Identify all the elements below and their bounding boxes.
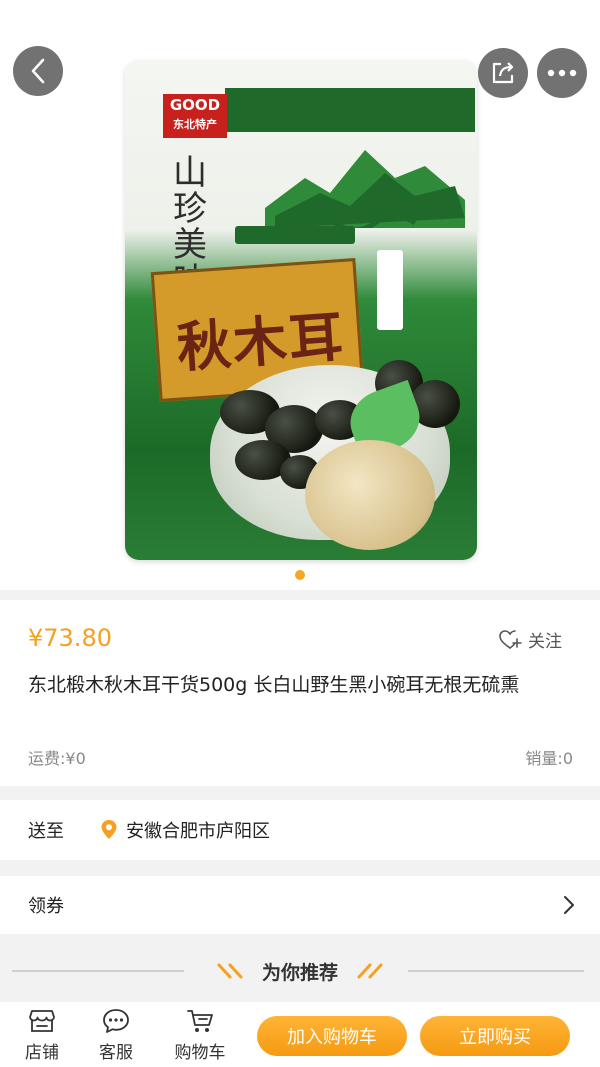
coupon-row[interactable]: 领券	[0, 876, 600, 934]
product-price: ¥73.80	[28, 624, 112, 652]
bottom-action-bar: 店铺 客服 购物车 加入购物车 立即购买	[0, 1002, 600, 1067]
follow-label: 关注	[528, 632, 562, 652]
delivery-row[interactable]: 送至 安徽合肥市庐阳区	[0, 800, 600, 860]
share-button[interactable]	[478, 48, 528, 98]
heart-plus-icon	[499, 629, 522, 649]
location-pin-icon	[101, 820, 117, 839]
sales-count: 销量:0	[525, 749, 573, 768]
divider-line	[408, 970, 584, 972]
mushroom	[305, 440, 435, 550]
tab-service-label: 客服	[99, 1043, 133, 1063]
slash-decoration-icon	[357, 963, 383, 979]
slash-decoration-icon	[217, 963, 243, 979]
back-button[interactable]	[13, 46, 63, 96]
tab-cart[interactable]: 购物车	[162, 1008, 238, 1063]
share-icon	[492, 62, 514, 84]
package-badge: GOOD 东北特产	[163, 94, 227, 138]
coupon-label: 领券	[28, 896, 64, 917]
package-mountains	[265, 150, 465, 228]
divider-line	[12, 970, 184, 972]
delivery-address: 安徽合肥市庐阳区	[126, 821, 270, 842]
cart-icon	[187, 1010, 213, 1032]
carousel-indicator	[0, 570, 600, 580]
chat-icon	[103, 1009, 129, 1033]
tab-store[interactable]: 店铺	[14, 1008, 70, 1063]
tab-store-label: 店铺	[25, 1043, 59, 1063]
more-icon	[547, 69, 577, 77]
recommend-title: 为你推荐	[261, 961, 338, 984]
chevron-left-icon	[31, 58, 45, 84]
shipping-fee: 运费:¥0	[28, 749, 86, 768]
product-image: GOOD 东北特产 山珍美味 秋木耳	[125, 60, 477, 560]
product-image-carousel[interactable]: GOOD 东北特产 山珍美味 秋木耳	[0, 0, 600, 590]
buy-now-button[interactable]: 立即购买	[420, 1016, 570, 1056]
tab-cart-label: 购物车	[174, 1043, 226, 1063]
tab-customer-service[interactable]: 客服	[88, 1008, 144, 1063]
package-series-band	[235, 226, 355, 244]
more-button[interactable]	[537, 48, 587, 98]
chevron-right-icon	[564, 896, 574, 914]
recommend-header: 为你推荐	[0, 946, 600, 996]
delivery-label: 送至	[28, 821, 64, 842]
package-seal	[377, 250, 403, 330]
follow-button[interactable]: 关注	[498, 627, 562, 652]
product-title: 东北椴木秋木耳干货500g 长白山野生黑小碗耳无根无硫熏	[28, 674, 520, 696]
store-icon	[29, 1010, 55, 1032]
package-top-strip	[225, 88, 475, 132]
carousel-dot-active[interactable]	[295, 570, 305, 580]
add-to-cart-button[interactable]: 加入购物车	[257, 1016, 407, 1056]
product-info-card: ¥73.80 关注 东北椴木秋木耳干货500g 长白山野生黑小碗耳无根无硫熏 运…	[0, 600, 600, 786]
